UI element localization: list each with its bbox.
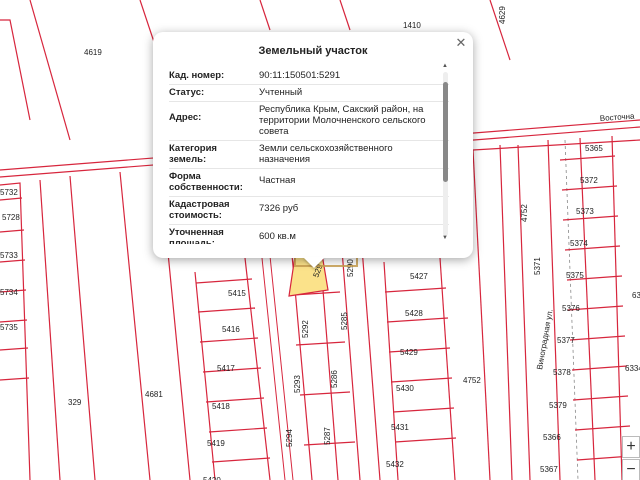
parcel-info-popup: Земельный участок ✕ Кад. номер: 90:11:15… xyxy=(153,32,473,258)
scroll-down-icon[interactable]: ▼ xyxy=(440,235,450,243)
parcel-label: 5287 xyxy=(323,427,332,445)
parcel-label: 5728 xyxy=(2,213,20,222)
zoom-out-button[interactable]: − xyxy=(622,459,640,480)
parcel-label: 5416 xyxy=(222,325,240,334)
parcel-label: 5374 xyxy=(570,239,588,248)
parcel-label: 5431 xyxy=(391,423,409,432)
parcel-label: 4629 xyxy=(498,6,507,24)
parcel-label: 5430 xyxy=(396,384,414,393)
info-row: Форма собственности: Частная xyxy=(169,169,449,197)
popup-pointer xyxy=(303,257,325,268)
scroll-thumb[interactable] xyxy=(443,82,448,182)
parcel-label: 5419 xyxy=(207,439,225,448)
parcel-label: 634 xyxy=(632,291,640,300)
scroll-up-icon[interactable]: ▲ xyxy=(440,63,450,71)
info-row: Уточненная площадь: 600 кв.м xyxy=(169,225,449,244)
info-value: Частная xyxy=(259,175,296,186)
parcel-label: 5428 xyxy=(405,309,423,318)
info-key: Кадастровая стоимость: xyxy=(169,199,230,221)
parcel-label: 5734 xyxy=(0,288,18,297)
info-key: Форма собственности: xyxy=(169,171,243,193)
info-value: 600 кв.м xyxy=(259,231,296,242)
close-icon[interactable]: ✕ xyxy=(454,36,468,50)
parcel-label: 5377 xyxy=(557,336,575,345)
parcel-label: 4681 xyxy=(145,390,163,399)
parcel-label: 5294 xyxy=(285,429,294,447)
info-row: Кад. номер: 90:11:150501:5291 xyxy=(169,68,449,85)
popup-title: Земельный участок xyxy=(258,45,368,57)
parcel-label: 5735 xyxy=(0,323,18,332)
info-value: Учтенный xyxy=(259,87,303,98)
parcel-label: 5293 xyxy=(293,375,302,393)
parcel-label: 329 xyxy=(68,398,82,407)
parcel-label: 5418 xyxy=(212,402,230,411)
info-key: Кад. номер: xyxy=(169,70,225,81)
parcel-label: 5373 xyxy=(576,207,594,216)
info-row: Категория земель: Земли сельскохозяйстве… xyxy=(169,141,449,169)
parcel-label: 5415 xyxy=(228,289,246,298)
parcel-label: 5732 xyxy=(0,188,18,197)
info-value: 7326 руб xyxy=(259,203,299,214)
parcel-label: 5372 xyxy=(580,176,598,185)
info-key: Категория земель: xyxy=(169,143,217,165)
parcel-label: 5285 xyxy=(340,312,349,330)
parcel-label: 5376 xyxy=(562,304,580,313)
parcel-label: 5365 xyxy=(585,144,603,153)
parcel-label: 4752 xyxy=(463,376,481,385)
parcel-label: 4619 xyxy=(84,48,102,57)
zoom-in-button[interactable]: + xyxy=(622,436,640,458)
parcel-label: 5378 xyxy=(553,368,571,377)
parcel-label: 5429 xyxy=(400,348,418,357)
parcel-label: 5367 xyxy=(540,465,558,474)
parcel-label: 1410 xyxy=(403,21,421,30)
parcel-label: 5379 xyxy=(549,401,567,410)
popup-scrollbar[interactable] xyxy=(443,72,448,236)
info-value: Республика Крым, Сакский район, на терри… xyxy=(259,104,426,137)
parcel-label: 5417 xyxy=(217,364,235,373)
parcel-label: 5733 xyxy=(0,251,18,260)
parcel-label: 5375 xyxy=(566,271,584,280)
parcel-label: 4752 xyxy=(520,204,529,222)
street-label: Виноградная ул. xyxy=(535,308,555,370)
info-row: Кадастровая стоимость: 7326 руб xyxy=(169,197,449,225)
parcel-label: 5432 xyxy=(386,460,404,469)
parcel-label: 5366 xyxy=(543,433,561,442)
info-row: Адрес: Республика Крым, Сакский район, н… xyxy=(169,102,449,141)
parcel-label: 5286 xyxy=(330,370,339,388)
info-key: Адрес: xyxy=(169,112,202,123)
info-key: Уточненная площадь: xyxy=(169,227,224,244)
info-value: 90:11:150501:5291 xyxy=(259,70,341,81)
parcel-label: 5427 xyxy=(410,272,428,281)
parcel-label: 5420 xyxy=(203,476,221,480)
popup-body: Кад. номер: 90:11:150501:5291 Статус: Уч… xyxy=(169,68,449,244)
parcel-label: 6334 xyxy=(625,364,640,373)
parcel-label: 5371 xyxy=(533,257,542,275)
info-value: Земли сельскохозяйственного назначения xyxy=(259,143,393,165)
parcel-label: 5292 xyxy=(301,320,310,338)
info-key: Статус: xyxy=(169,87,205,98)
info-row: Статус: Учтенный xyxy=(169,85,449,102)
